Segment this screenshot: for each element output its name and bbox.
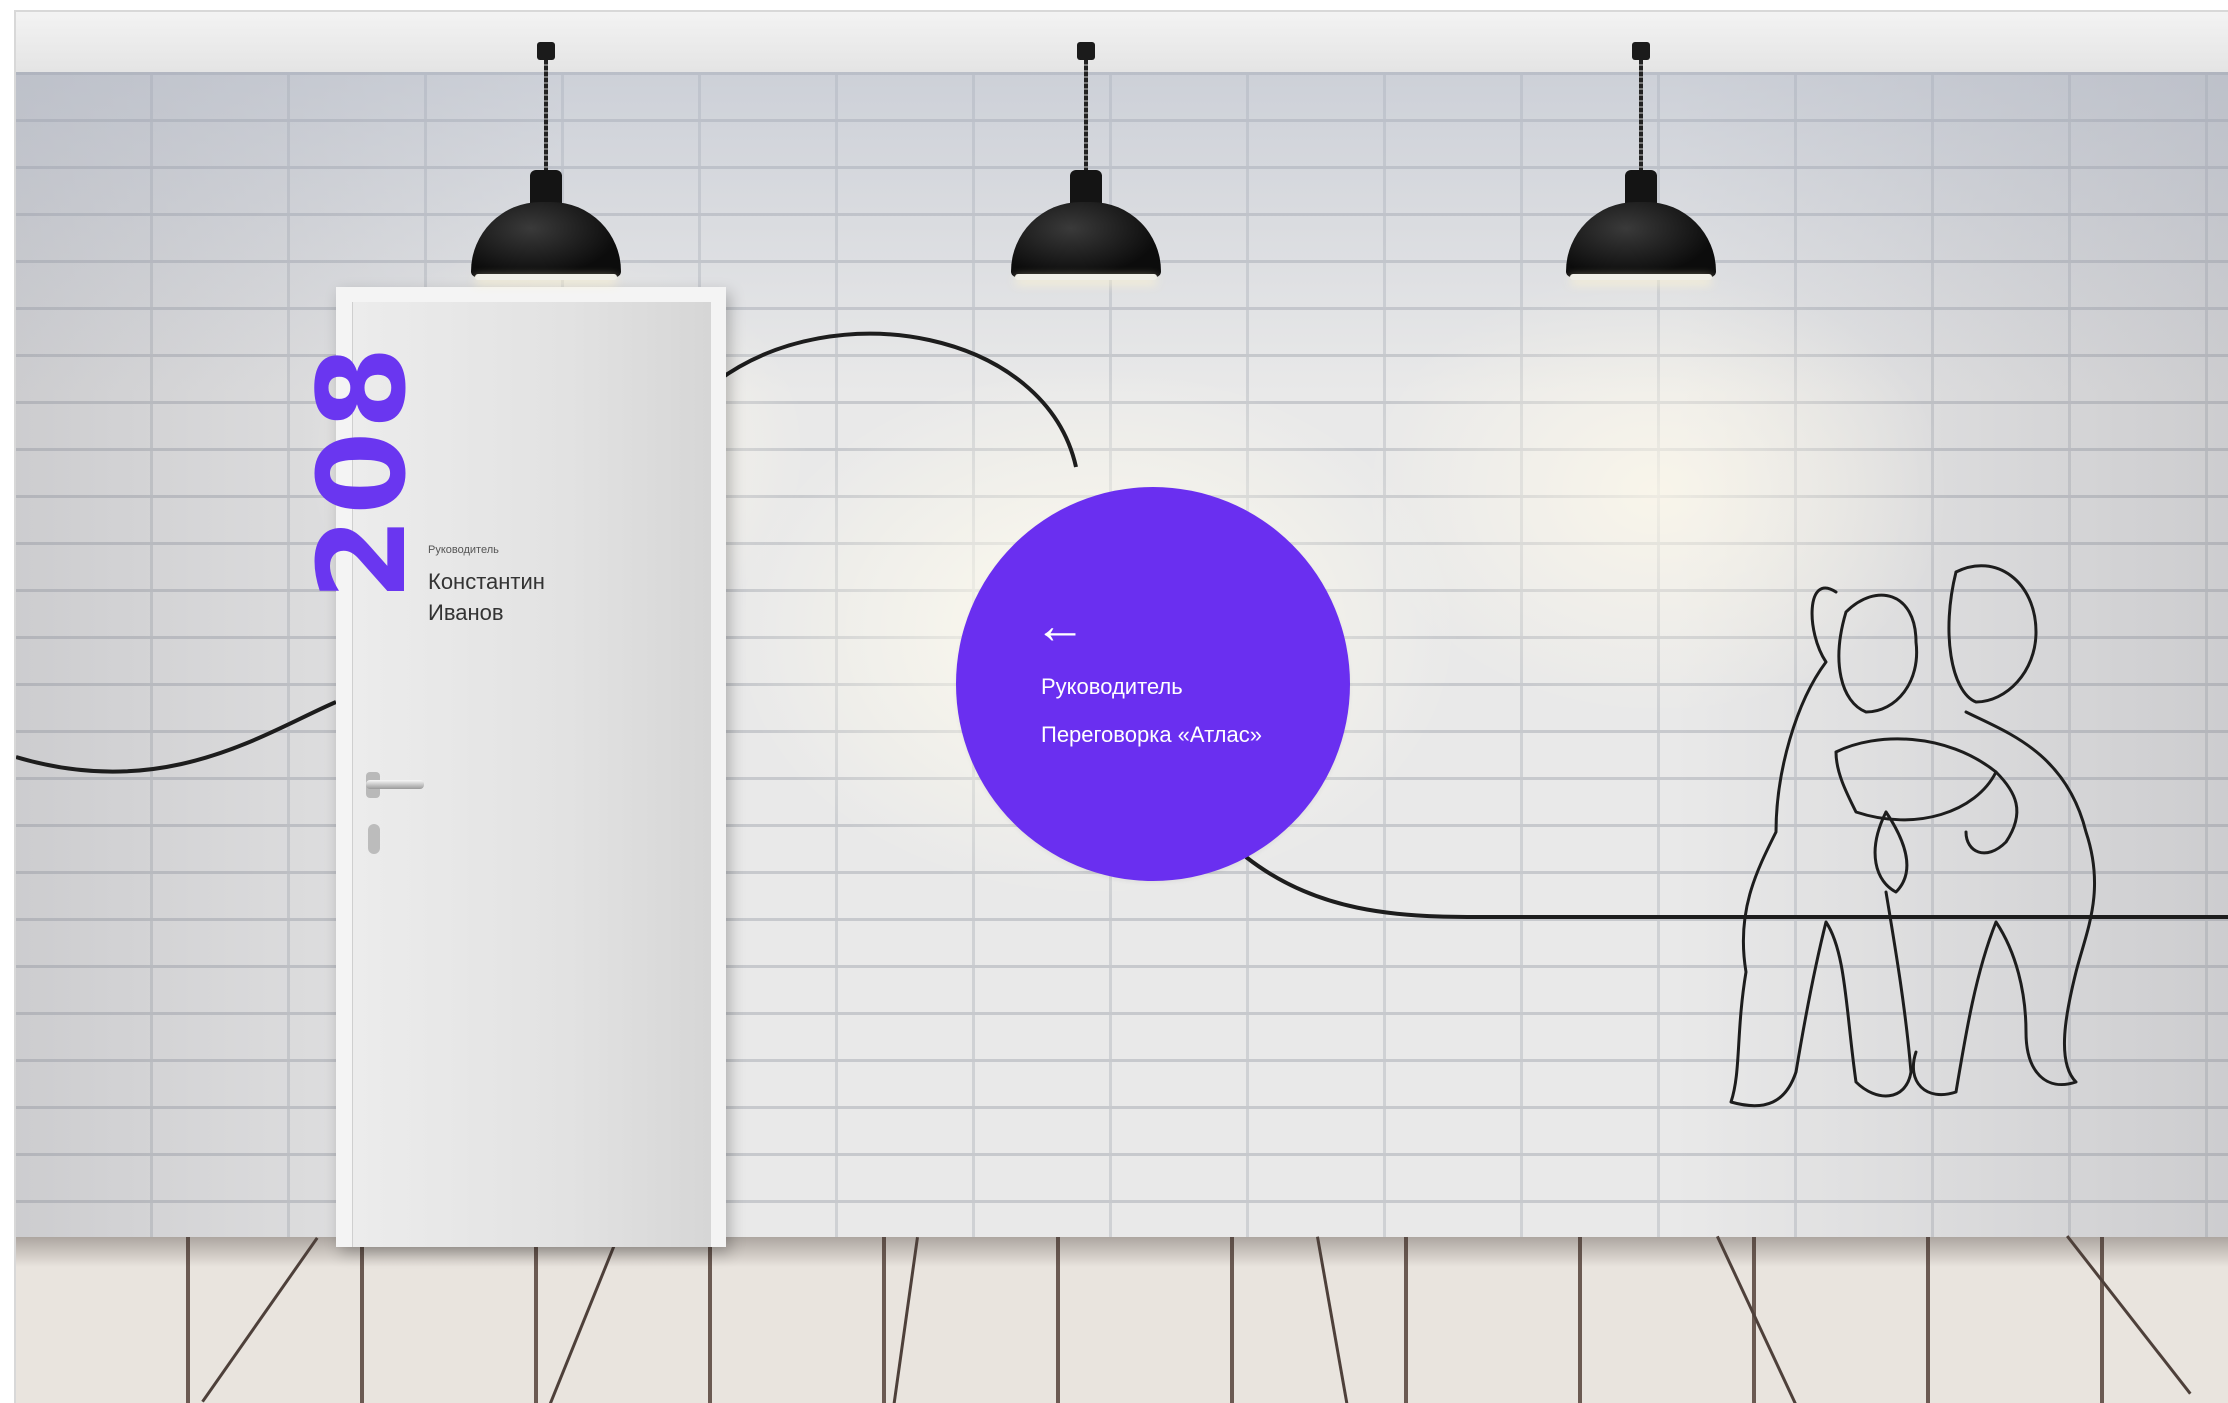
lamp-shade xyxy=(1566,202,1716,277)
door-lock xyxy=(368,824,380,854)
room-number: 208 xyxy=(294,344,433,601)
arrow-left-icon: ← xyxy=(1034,597,1086,655)
pendant-lamp-icon xyxy=(1566,42,1716,292)
lamp-shade xyxy=(471,202,621,277)
lamp-cap xyxy=(537,42,555,60)
scene-frame: 208 Руководитель Константин Иванов ← Рук… xyxy=(14,10,2228,1403)
wayfinding-item-role: Руководитель xyxy=(1041,674,1183,699)
door-sign-role: Руководитель xyxy=(428,544,499,556)
lamp-rim xyxy=(1015,274,1157,280)
lamp-cord xyxy=(1639,60,1643,170)
lamp-cap xyxy=(1077,42,1095,60)
connector-line-right xyxy=(1244,855,2228,919)
lamp-cord xyxy=(544,60,548,170)
pendant-lamp-icon xyxy=(1011,42,1161,292)
door-sign-name: Константин Иванов xyxy=(428,569,545,625)
wayfinding-item-meeting-room: Переговорка «Атлас» xyxy=(1041,722,1262,747)
lamp-rim xyxy=(1570,274,1712,280)
pendant-lamp-icon xyxy=(471,42,621,292)
lamp-shade xyxy=(1011,202,1161,277)
lamp-cap xyxy=(1632,42,1650,60)
lamp-rim xyxy=(475,274,617,280)
door-handle[interactable] xyxy=(366,780,424,789)
lamp-cord xyxy=(1084,60,1088,170)
line-art-two-people-icon xyxy=(1729,564,2097,1108)
